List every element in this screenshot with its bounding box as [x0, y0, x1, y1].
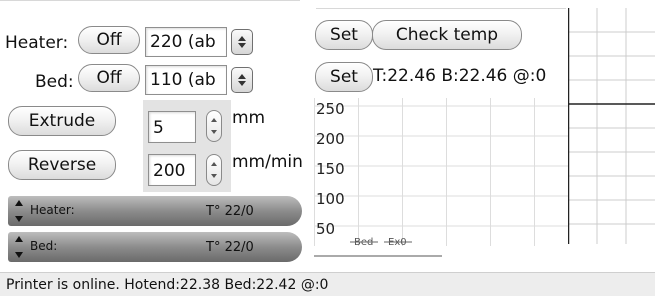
extrude-unit-label: mm: [232, 108, 266, 128]
stepper-down-icon: [238, 81, 246, 86]
heater-bar-value: T° 22/0: [206, 204, 254, 219]
heater-off-button[interactable]: Off: [78, 26, 140, 54]
bed-label: Bed:: [35, 72, 74, 92]
chart-y-tick-label: 100: [316, 190, 345, 208]
stepper-down-icon: [238, 43, 246, 48]
bar-expand-up-icon: [15, 236, 23, 242]
chart-y-tick-label: 200: [316, 130, 345, 148]
bed-bar-label: Bed:: [30, 239, 58, 253]
extrude-amount-field[interactable]: 5: [148, 111, 196, 143]
top-separator-right: [316, 8, 566, 9]
extrude-button[interactable]: Extrude: [8, 106, 116, 136]
bed-temp-field[interactable]: 110 (ab: [145, 65, 227, 95]
heater-temp-field[interactable]: 220 (ab: [145, 27, 227, 57]
heater-temp-stepper[interactable]: [231, 29, 253, 55]
chart-y-tick-label: 150: [316, 160, 345, 178]
stepper-up-icon: [238, 74, 246, 79]
bed-temp-bar[interactable]: Bed: T° 22/0: [8, 232, 302, 262]
stepper-down-icon: [211, 130, 217, 134]
bar-expand-down-icon: [15, 216, 23, 222]
heater-temp-bar[interactable]: Heater: T° 22/0: [8, 196, 302, 226]
set-heater-button[interactable]: Set: [315, 20, 373, 50]
bar-expand-down-icon: [15, 252, 23, 258]
status-text: Printer is online. Hotend:22.38 Bed:22.4…: [6, 277, 329, 293]
stepper-up-icon: [238, 36, 246, 41]
status-bar: Printer is online. Hotend:22.38 Bed:22.4…: [0, 272, 655, 296]
chart-y-tick-label: 50: [316, 220, 335, 238]
right-grid-panel: [568, 8, 655, 244]
feedrate-stepper[interactable]: [206, 154, 222, 186]
bed-temp-stepper[interactable]: [231, 67, 253, 93]
chart-y-tick-label: 250: [316, 100, 345, 118]
set-bed-button[interactable]: Set: [315, 62, 373, 92]
stepper-up-icon: [211, 118, 217, 122]
stepper-down-icon: [211, 174, 217, 178]
bar-expand-up-icon: [15, 200, 23, 206]
temp-readout: T:22.46 B:22.46 @:0: [373, 66, 547, 86]
extrude-amount-stepper[interactable]: [206, 110, 222, 142]
reverse-button[interactable]: Reverse: [8, 150, 116, 180]
temperature-chart: 25020015010050 Bed Ex0: [314, 98, 570, 257]
stepper-up-icon: [211, 162, 217, 166]
top-separator: [0, 0, 300, 1]
heater-label: Heater:: [5, 33, 69, 53]
bed-bar-value: T° 22/0: [206, 240, 254, 255]
feedrate-unit-label: mm/min: [232, 152, 303, 172]
bed-off-button[interactable]: Off: [78, 64, 140, 92]
check-temp-button[interactable]: Check temp: [372, 20, 522, 50]
feedrate-field[interactable]: 200: [148, 154, 196, 186]
heater-bar-label: Heater:: [30, 203, 75, 217]
